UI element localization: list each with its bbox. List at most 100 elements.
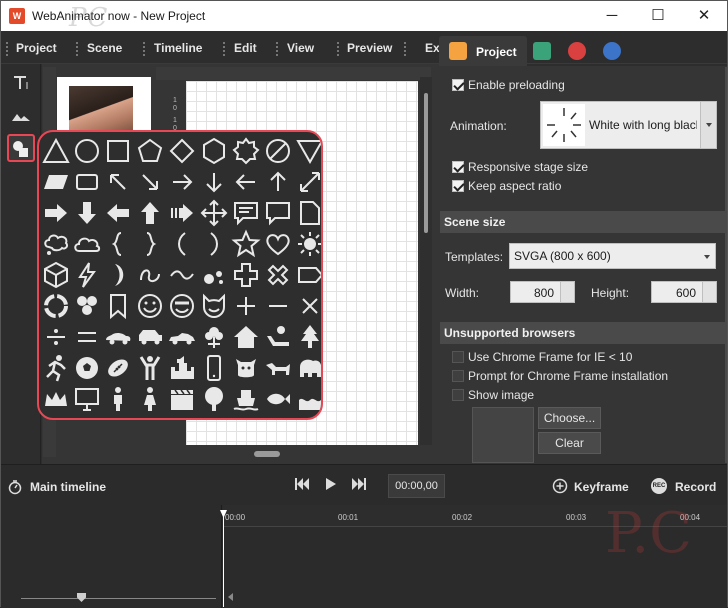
arrow-down-right-icon[interactable] <box>135 167 165 197</box>
water-icon[interactable] <box>295 384 321 414</box>
minus-icon[interactable] <box>263 291 293 321</box>
squiggle-icon[interactable] <box>135 260 165 290</box>
striped-arrow-icon[interactable] <box>167 198 197 228</box>
cloud-icon[interactable] <box>72 229 102 259</box>
skip-forward-button[interactable] <box>351 477 367 494</box>
house-icon[interactable] <box>231 322 261 352</box>
scroll-left-icon[interactable] <box>228 593 233 601</box>
clapperboard-icon[interactable] <box>167 384 197 414</box>
shapes-tool-icon[interactable] <box>7 134 35 162</box>
timeline-zoom-slider[interactable] <box>21 598 216 599</box>
enable-preloading-checkbox[interactable] <box>452 79 464 91</box>
cheering-person-icon[interactable] <box>135 353 165 383</box>
pentagon-shape-icon[interactable] <box>135 136 165 166</box>
menu-timeline[interactable]: Timeline <box>154 41 202 55</box>
crown-icon[interactable] <box>41 384 71 414</box>
clear-button[interactable]: Clear <box>538 432 601 454</box>
prompt-chrome-checkbox[interactable] <box>452 370 464 382</box>
wave-icon[interactable] <box>167 260 197 290</box>
lightning-icon[interactable] <box>72 260 102 290</box>
arrow-up-left-icon[interactable] <box>103 167 133 197</box>
cat-face-icon[interactable] <box>199 291 229 321</box>
skip-back-button[interactable] <box>294 477 310 494</box>
scene-size-header[interactable]: Scene size <box>440 211 725 233</box>
runner-icon[interactable] <box>41 353 71 383</box>
tree-round-icon[interactable] <box>199 384 229 414</box>
timecode-field[interactable]: 00:00,00 <box>388 474 445 498</box>
menu-scene[interactable]: Scene <box>87 41 122 55</box>
speech-bubble-icon[interactable] <box>263 198 293 228</box>
width-input[interactable]: 800 <box>510 281 575 303</box>
fat-arrow-left-icon[interactable] <box>103 198 133 228</box>
football-icon[interactable] <box>103 353 133 383</box>
right-paren-icon[interactable] <box>199 229 229 259</box>
smiley-icon[interactable] <box>135 291 165 321</box>
responsive-stage-checkbox[interactable] <box>452 161 464 173</box>
no-sign-shape-icon[interactable] <box>263 136 293 166</box>
record-button[interactable]: Record <box>675 480 716 494</box>
triangle-shape-icon[interactable] <box>41 136 71 166</box>
tab-project[interactable]: Project <box>439 36 527 66</box>
arrow-up-icon[interactable] <box>263 167 293 197</box>
menu-edit[interactable]: Edit <box>234 41 257 55</box>
x-shape-icon[interactable] <box>263 260 293 290</box>
woman-icon[interactable] <box>135 384 165 414</box>
magic-wand-icon[interactable] <box>603 42 621 60</box>
divide-icon[interactable] <box>41 322 71 352</box>
keep-aspect-checkbox[interactable] <box>452 180 464 192</box>
sports-car-icon[interactable] <box>167 322 197 352</box>
diamond-shape-icon[interactable] <box>167 136 197 166</box>
hexagon-shape-icon[interactable] <box>199 136 229 166</box>
plus-icon[interactable] <box>231 291 261 321</box>
animation-select[interactable]: White with long black <box>540 101 717 149</box>
flower-icon[interactable] <box>199 322 229 352</box>
templates-select[interactable]: SVGA (800 x 600) <box>509 243 716 269</box>
right-brace-icon[interactable] <box>135 229 165 259</box>
arrow-down-icon[interactable] <box>199 167 229 197</box>
text-tool-icon[interactable] <box>7 68 35 96</box>
cow-icon[interactable] <box>231 353 261 383</box>
multiply-icon[interactable] <box>295 291 321 321</box>
castle-icon[interactable] <box>167 353 197 383</box>
arrow-right-icon[interactable] <box>167 167 197 197</box>
fish-icon[interactable] <box>263 384 293 414</box>
left-brace-icon[interactable] <box>103 229 133 259</box>
man-icon[interactable] <box>103 384 133 414</box>
heart-icon[interactable] <box>263 229 293 259</box>
square-shape-icon[interactable] <box>103 136 133 166</box>
elephant-icon[interactable] <box>295 353 321 383</box>
menu-project[interactable]: Project <box>16 41 57 55</box>
fat-arrow-up-icon[interactable] <box>135 198 165 228</box>
loading-ring-icon[interactable] <box>41 291 71 321</box>
inspector-scrollbar[interactable] <box>725 67 727 463</box>
animation-dropdown-arrow[interactable] <box>700 102 716 148</box>
add-keyframe-icon[interactable] <box>552 478 568 497</box>
document-icon[interactable] <box>295 198 321 228</box>
move-icon[interactable] <box>568 42 586 60</box>
film-icon[interactable] <box>533 42 551 60</box>
height-stepper[interactable] <box>702 282 716 302</box>
expand-icon[interactable] <box>295 167 321 197</box>
smiley-glasses-icon[interactable] <box>167 291 197 321</box>
playhead-line[interactable] <box>223 510 224 607</box>
circle-shape-icon[interactable] <box>72 136 102 166</box>
ship-icon[interactable] <box>231 384 261 414</box>
bookmark-icon[interactable] <box>103 291 133 321</box>
menu-export[interactable]: Ex <box>425 41 440 55</box>
move-arrows-icon[interactable] <box>199 198 229 228</box>
menu-preview[interactable]: Preview <box>347 41 392 55</box>
hexagons-icon[interactable] <box>72 291 102 321</box>
fat-arrow-right-icon[interactable] <box>41 198 71 228</box>
image-tool-icon[interactable] <box>7 101 35 129</box>
dog-icon[interactable] <box>263 353 293 383</box>
play-button[interactable] <box>325 477 337 494</box>
star-icon[interactable] <box>231 229 261 259</box>
maximize-button[interactable]: ☐ <box>635 1 681 31</box>
thought-cloud-icon[interactable] <box>41 229 71 259</box>
unsupported-browsers-header[interactable]: Unsupported browsers <box>440 322 725 344</box>
tree-icon[interactable] <box>295 322 321 352</box>
menu-view[interactable]: View <box>287 41 314 55</box>
minimize-button[interactable]: ─ <box>589 1 635 31</box>
choose-button[interactable]: Choose... <box>538 407 601 429</box>
bubbles-icon[interactable] <box>199 260 229 290</box>
